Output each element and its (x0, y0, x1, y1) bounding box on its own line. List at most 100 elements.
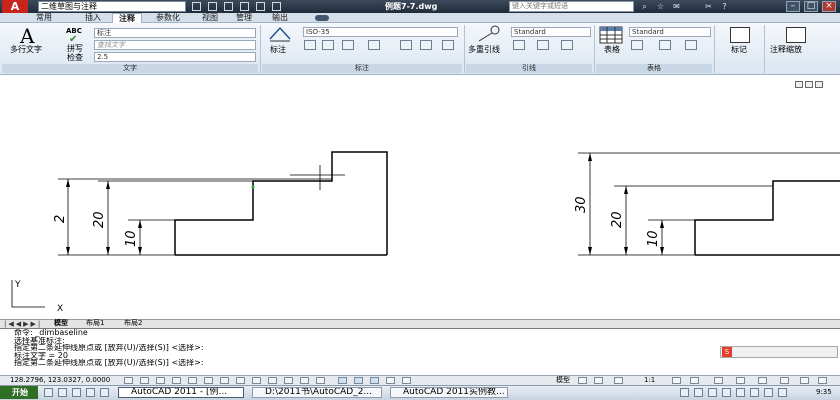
align-leader-icon[interactable] (537, 40, 549, 50)
workspace-dropdown[interactable]: 二维草图与注释 (38, 1, 186, 12)
table-export-icon[interactable] (685, 40, 697, 50)
tray-network-icon[interactable] (680, 388, 689, 397)
workspace-switch-icon[interactable] (714, 377, 723, 384)
task-autocad[interactable]: AutoCAD 2011 - [例... (118, 387, 244, 398)
3d-osnap-icon[interactable] (204, 377, 213, 384)
dim-inspect-icon[interactable] (400, 40, 412, 50)
tab-model[interactable]: 模型 (54, 319, 68, 328)
dim-jog-icon[interactable] (368, 40, 380, 50)
mleader-style-dropdown[interactable]: Standard (511, 27, 591, 37)
undo-icon[interactable] (256, 2, 265, 11)
tray-chat-icon[interactable] (764, 388, 773, 397)
quicklaunch-app-icon[interactable] (100, 388, 109, 397)
minimize-button[interactable]: – (786, 1, 800, 12)
dynamic-ucs-icon[interactable] (236, 377, 245, 384)
leader-panel-title[interactable]: 引线 (466, 64, 592, 73)
polar-tracking-icon[interactable] (172, 377, 181, 384)
dyn-icon[interactable] (402, 377, 411, 384)
tab-parametric[interactable]: 参数化 (148, 13, 188, 23)
tab-home[interactable]: 常用 (28, 13, 60, 23)
tab-annotate[interactable]: 注释 (112, 13, 142, 23)
text-panel-title[interactable]: 文字 (2, 64, 258, 73)
search-input[interactable]: 键入关键字或短语 (509, 1, 634, 12)
drawing-canvas[interactable]: 2 20 10 30 20 10 Y X (0, 75, 840, 319)
mtext-icon[interactable]: A (20, 26, 34, 46)
table-style-dropdown[interactable]: Standard (629, 27, 711, 37)
start-button[interactable]: 开始 (0, 386, 38, 399)
lineweight-icon[interactable] (268, 377, 277, 384)
auto-scale-icon[interactable] (690, 377, 699, 384)
quicklaunch-ie-icon[interactable] (44, 388, 53, 397)
tray-ime-icon[interactable] (722, 388, 731, 397)
annotation-scaling-label[interactable]: 注释缩放 (770, 45, 802, 54)
tab-layout1[interactable]: 布局1 (86, 319, 104, 328)
layout-quickview-icon[interactable] (578, 377, 587, 384)
communication-icon[interactable]: ✉ (672, 2, 681, 11)
new-file-icon[interactable] (192, 2, 201, 11)
dim-update-icon[interactable] (420, 40, 432, 50)
tray-security-icon[interactable] (708, 388, 717, 397)
open-file-icon[interactable] (208, 2, 217, 11)
tray-antivirus-icon[interactable] (778, 388, 787, 397)
multileader-label[interactable]: 多重引线 (468, 45, 500, 54)
object-snap-icon[interactable] (188, 377, 197, 384)
object-tracking-icon[interactable] (220, 377, 229, 384)
app-menu-button[interactable]: A (2, 0, 28, 13)
dimension-panel-title[interactable]: 标注 (262, 64, 462, 73)
ortho-mode-icon[interactable] (156, 377, 165, 384)
table-extract-icon[interactable] (659, 40, 671, 50)
multileader-icon[interactable] (476, 25, 500, 43)
subscription-icon[interactable]: ☆ (656, 2, 665, 11)
redo-icon[interactable] (272, 2, 281, 11)
tab-layout2[interactable]: 布局2 (124, 319, 142, 328)
ducs-icon[interactable] (386, 377, 395, 384)
otrack-active-icon[interactable] (370, 377, 379, 384)
add-leader-icon[interactable] (513, 40, 525, 50)
status-menu-icon[interactable] (800, 377, 809, 384)
annotation-scaling-icon[interactable] (786, 27, 806, 43)
ribbon-minimize-toggle[interactable] (315, 15, 329, 21)
ime-toolbar[interactable] (720, 346, 838, 358)
ime-logo-icon[interactable]: S (722, 347, 732, 357)
text-height-dropdown[interactable]: 2.5 (94, 52, 256, 62)
spell-check-label[interactable]: 拼写 检查 (67, 44, 83, 62)
search-icon[interactable]: ⌕ (640, 2, 649, 11)
dim-oblique-icon[interactable] (442, 40, 454, 50)
mtext-label[interactable]: 多行文字 (10, 45, 42, 54)
tab-view[interactable]: 视图 (196, 13, 224, 23)
text-style-dropdown[interactable]: 标注 (94, 28, 256, 38)
tab-insert[interactable]: 插入 (78, 13, 108, 23)
task-explorer[interactable]: D:\2011书\AutoCAD_2... (252, 387, 382, 398)
hardware-acceleration-icon[interactable] (758, 377, 767, 384)
tab-output[interactable]: 输出 (266, 13, 294, 23)
tab-manage[interactable]: 管理 (230, 13, 258, 23)
lock-icon[interactable] (736, 377, 745, 384)
drawing-quickview-icon[interactable] (594, 377, 603, 384)
transparency-icon[interactable] (284, 377, 293, 384)
layout-nav-arrows-icon[interactable]: |◀◀▶▶| (4, 320, 42, 328)
dimension-icon[interactable] (268, 25, 292, 43)
find-text-input[interactable]: 查找文字 (94, 40, 256, 50)
table-label[interactable]: 表格 (604, 45, 620, 54)
table-panel-title[interactable]: 表格 (596, 64, 712, 73)
annotation-scale-dropdown[interactable]: 1:1 (644, 376, 655, 384)
help-icon[interactable]: ? (720, 2, 729, 11)
dimension-label[interactable]: 标注 (270, 45, 286, 54)
grid-mode-icon[interactable] (140, 377, 149, 384)
selection-cycling-icon[interactable] (316, 377, 325, 384)
maximize-button[interactable]: □ (804, 1, 818, 12)
model-space-button[interactable]: 模型 (556, 376, 570, 384)
tray-app-icon[interactable] (736, 388, 745, 397)
quicklaunch-folder-icon[interactable] (58, 388, 67, 397)
task-document[interactable]: AutoCAD 2011实例教... (390, 387, 508, 398)
save-icon[interactable] (224, 2, 233, 11)
coordinate-readout[interactable]: 128.2796, 123.0327, 0.0000 (10, 376, 110, 384)
quicklaunch-desktop-icon[interactable] (86, 388, 95, 397)
tools-icon[interactable]: ✂ (704, 2, 713, 11)
quick-properties-icon[interactable] (300, 377, 309, 384)
dim-adjust-space-icon[interactable] (342, 40, 354, 50)
table-icon[interactable] (599, 26, 623, 44)
annotation-visibility-icon[interactable] (672, 377, 681, 384)
dimension-style-dropdown[interactable]: ISO-35 (303, 27, 458, 37)
command-window[interactable]: 命令: _dimbaseline 选择基准标注: 指定第二条延伸线原点或 [放弃… (0, 328, 840, 375)
